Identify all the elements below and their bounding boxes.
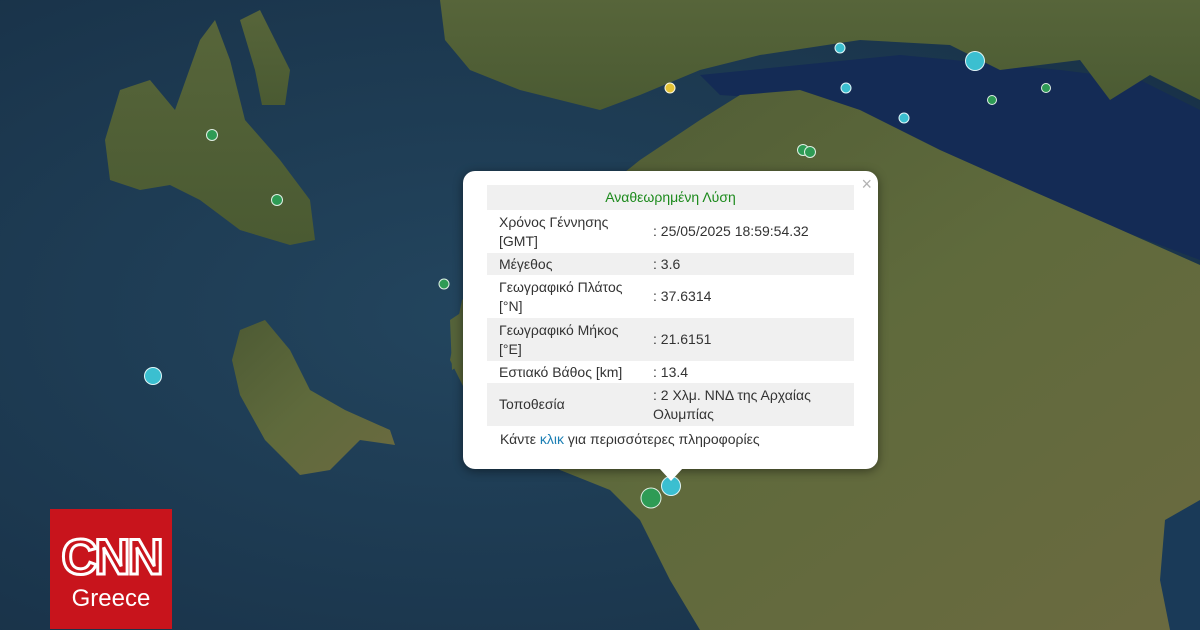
earthquake-marker[interactable]: [664, 82, 676, 94]
table-row: Χρόνος Γέννησης [GMT] : 25/05/2025 18:59…: [487, 210, 854, 253]
earthquake-marker[interactable]: [840, 82, 852, 94]
earthquake-marker[interactable]: [834, 42, 846, 54]
row-value: : 37.6314: [653, 288, 712, 304]
popup-pointer: [659, 468, 683, 481]
earthquake-marker[interactable]: [1041, 83, 1051, 93]
more-info-text: Κάντε κλικ για περισσότερες πληροφορίες: [500, 431, 760, 447]
row-value: : 2 Χλμ. ΝΝΔ της Αρχαίας Ολυμπίας: [653, 386, 811, 422]
row-label: Γεωγραφικό Πλάτος [°N]: [499, 278, 623, 314]
earthquake-marker[interactable]: [438, 278, 450, 290]
close-icon[interactable]: ×: [861, 174, 872, 194]
row-value: : 3.6: [653, 255, 681, 272]
table-row: Γεωγραφικό Πλάτος [°N] : 37.6314: [487, 275, 854, 318]
table-row: Τοποθεσία : 2 Χλμ. ΝΝΔ της Αρχαίας Ολυμπ…: [487, 383, 854, 426]
more-suffix: για περισσότερες πληροφορίες: [564, 431, 760, 447]
logo-region: Greece: [71, 585, 151, 612]
row-value: : 25/05/2025 18:59:54.32: [653, 223, 809, 239]
table-row: Εστιακό Βάθος [km] : 13.4: [487, 361, 854, 383]
table-row: Γεωγραφικό Μήκος [°E] : 21.6151: [487, 318, 854, 361]
earthquake-marker[interactable]: [271, 194, 283, 206]
earthquake-marker[interactable]: [144, 367, 162, 385]
row-label: Μέγεθος: [499, 255, 553, 272]
earthquake-marker[interactable]: [804, 146, 816, 158]
table-row: Μέγεθος : 3.6: [487, 253, 854, 275]
row-value: : 21.6151: [653, 331, 712, 347]
info-table: Χρόνος Γέννησης [GMT] : 25/05/2025 18:59…: [487, 210, 854, 426]
earthquake-info-popup: × Αναθεωρημένη Λύση Χρόνος Γέννησης [GMT…: [463, 171, 878, 469]
earthquake-marker[interactable]: [965, 51, 985, 71]
logo-brand: CNN: [60, 529, 165, 585]
row-label: Γεωγραφικό Μήκος [°E]: [499, 321, 619, 357]
row-label: Τοποθεσία: [499, 396, 565, 412]
earthquake-marker[interactable]: [987, 95, 997, 105]
row-label: Εστιακό Βάθος [km]: [499, 363, 623, 380]
row-label: Χρόνος Γέννησης [GMT]: [499, 213, 609, 249]
earthquake-marker[interactable]: [206, 129, 218, 141]
earthquake-marker[interactable]: [898, 112, 910, 124]
popup-header: Αναθεωρημένη Λύση: [487, 185, 854, 210]
earthquake-marker[interactable]: [640, 487, 662, 509]
row-value: : 13.4: [653, 363, 689, 380]
more-prefix: Κάντε: [500, 431, 540, 447]
more-info-link[interactable]: κλικ: [540, 431, 564, 447]
cnn-greece-logo: CNN Greece: [50, 509, 172, 629]
